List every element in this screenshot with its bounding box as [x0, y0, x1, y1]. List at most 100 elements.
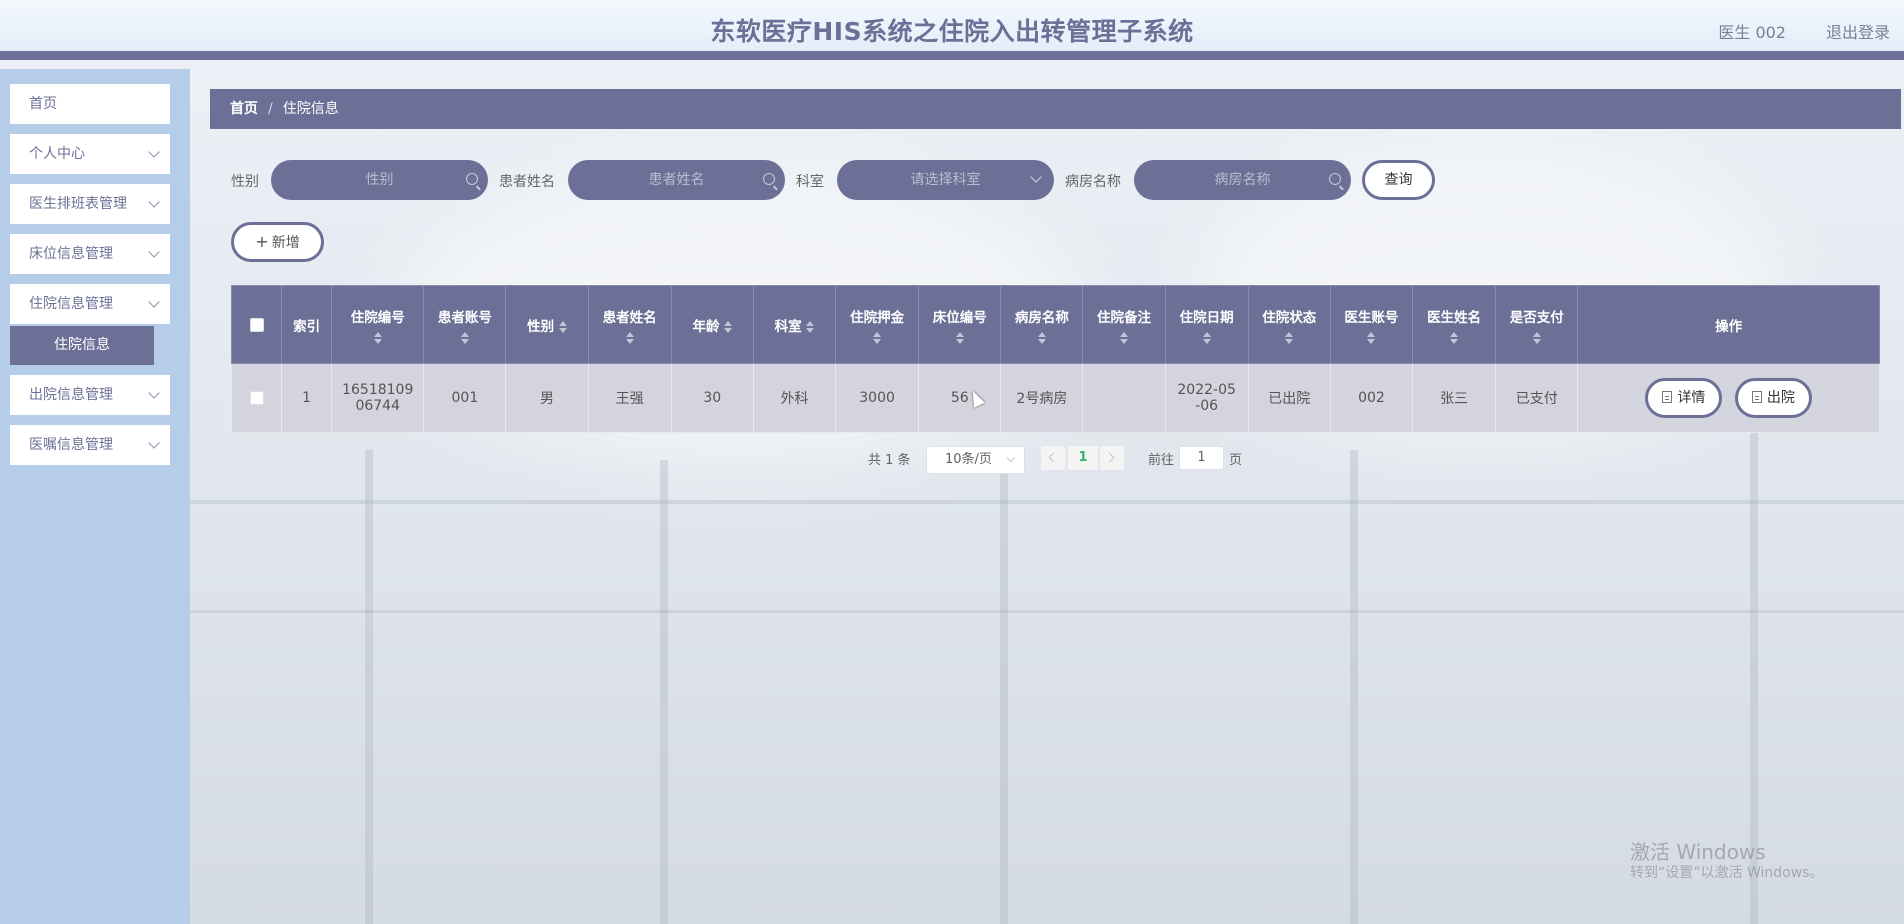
cell-index: 1	[281, 363, 333, 433]
page-number-current[interactable]: 1	[1068, 446, 1098, 470]
discharge-button-label: 出院	[1766, 390, 1795, 406]
column-label: 住院编号	[350, 309, 405, 326]
chevron-down-icon	[1006, 453, 1016, 463]
select-all-checkbox[interactable]	[249, 317, 264, 332]
date-line2: -06	[1195, 398, 1219, 414]
sidebar-subitem-admission-info[interactable]: 住院信息	[10, 326, 154, 365]
gender-search-input[interactable]: 性别	[271, 160, 488, 200]
sort-icon[interactable]	[1450, 331, 1459, 344]
sidebar-item-label: 床位信息管理	[29, 246, 113, 262]
cell-doctor-name: 张三	[1411, 363, 1497, 433]
page-size-select[interactable]: 10条/页	[926, 446, 1025, 474]
column-header[interactable]: 住院备注	[1082, 285, 1166, 364]
sidebar-item-orders[interactable]: 医嘱信息管理	[10, 425, 170, 465]
sidebar-item-label: 住院信息管理	[29, 296, 113, 312]
select-all-cell	[230, 285, 283, 364]
chevron-down-icon	[148, 387, 160, 399]
plus-icon: +	[255, 232, 269, 251]
column-label: 科室	[774, 318, 802, 335]
detail-button-label: 详情	[1677, 390, 1706, 406]
table-header-row: 索引 住院编号 患者账号 性别 患者姓名 年龄 科室 住院押金 床位编号 病房名…	[230, 285, 1880, 364]
page-size-value: 10条/页	[945, 452, 992, 467]
sidebar-item-admission[interactable]: 住院信息管理	[10, 284, 170, 324]
sort-icon[interactable]	[1532, 331, 1541, 344]
chevron-down-icon	[148, 246, 160, 258]
column-header[interactable]: 是否支付	[1495, 285, 1579, 364]
column-label: 年龄	[692, 318, 720, 335]
cell-patient-name: 王强	[587, 363, 672, 433]
sort-icon[interactable]	[1202, 331, 1211, 344]
ward-label: 病房名称	[1065, 174, 1121, 190]
sidebar-item-label: 个人中心	[29, 146, 85, 162]
cell-actions: 详情 出院	[1577, 363, 1880, 433]
column-label: 住院日期	[1179, 309, 1234, 326]
breadcrumb: 首页 / 住院信息	[210, 89, 1901, 129]
row-checkbox[interactable]	[249, 391, 264, 405]
goto-page-input[interactable]: 1	[1179, 446, 1224, 470]
sort-icon[interactable]	[873, 331, 882, 344]
ward-placeholder: 病房名称	[1214, 172, 1271, 188]
sort-icon[interactable]	[806, 320, 815, 333]
sort-icon[interactable]	[373, 331, 382, 344]
next-page-button[interactable]	[1100, 446, 1124, 470]
row-select-cell	[230, 363, 283, 433]
admission-no-line1: 16518109	[342, 382, 414, 398]
breadcrumb-home[interactable]: 首页	[230, 101, 258, 117]
sidebar-item-personal-center[interactable]: 个人中心	[10, 134, 170, 174]
column-header[interactable]: 住院编号	[331, 285, 425, 364]
logout-link[interactable]: 退出登录	[1826, 19, 1890, 43]
sort-icon[interactable]	[724, 320, 733, 333]
department-select[interactable]: 请选择科室	[837, 160, 1054, 200]
search-icon	[1329, 173, 1341, 185]
column-label: 患者姓名	[602, 309, 657, 326]
column-header: 索引	[281, 285, 333, 364]
chevron-down-icon	[148, 146, 160, 158]
cell-bed-no: 56	[918, 363, 1002, 433]
sort-icon[interactable]	[625, 331, 634, 344]
ward-search-input[interactable]: 病房名称	[1134, 160, 1351, 200]
sidebar-item-bed[interactable]: 床位信息管理	[10, 234, 170, 274]
sort-icon[interactable]	[1037, 331, 1046, 344]
column-header[interactable]: 年龄	[670, 285, 754, 364]
sidebar-item-discharge[interactable]: 出院信息管理	[10, 375, 170, 415]
column-header[interactable]: 病房名称	[1000, 285, 1084, 364]
chevron-down-icon	[148, 437, 160, 449]
query-button[interactable]: 查询	[1362, 160, 1435, 200]
add-button[interactable]: + 新增	[231, 222, 324, 262]
search-icon	[763, 173, 775, 185]
detail-button[interactable]: 详情	[1645, 378, 1723, 418]
sidebar-item-home[interactable]: 首页	[10, 84, 170, 124]
sort-icon[interactable]	[558, 320, 567, 333]
column-header[interactable]: 床位编号	[918, 285, 1002, 364]
column-header[interactable]: 医生姓名	[1411, 285, 1497, 364]
patient-name-search-input[interactable]: 患者姓名	[568, 160, 785, 200]
sort-icon[interactable]	[1367, 331, 1376, 344]
column-header[interactable]: 住院状态	[1247, 285, 1331, 364]
column-header[interactable]: 患者姓名	[587, 285, 672, 364]
breadcrumb-current: 住院信息	[282, 101, 339, 117]
department-label: 科室	[796, 174, 824, 190]
column-header[interactable]: 医生账号	[1329, 285, 1414, 364]
column-header[interactable]: 住院日期	[1164, 285, 1249, 364]
discharge-button[interactable]: 出院	[1734, 378, 1812, 418]
sidebar: 首页 个人中心 医生排班表管理 床位信息管理 住院信息管理 住院信息 出院信息管…	[0, 69, 190, 924]
column-label: 医生姓名	[1427, 309, 1482, 326]
gender-placeholder: 性别	[365, 172, 394, 188]
sort-icon[interactable]	[1120, 331, 1128, 344]
prev-page-button[interactable]	[1041, 446, 1065, 470]
department-placeholder: 请选择科室	[910, 172, 981, 188]
cell-status: 已出院	[1247, 363, 1331, 433]
sort-icon[interactable]	[460, 331, 469, 344]
column-header[interactable]: 患者账号	[423, 285, 507, 364]
sort-icon[interactable]	[1285, 331, 1294, 344]
column-label: 是否支付	[1509, 309, 1564, 326]
column-label: 医生账号	[1344, 309, 1399, 326]
column-header[interactable]: 性别	[505, 285, 589, 364]
column-header[interactable]: 住院押金	[835, 285, 920, 364]
sort-icon[interactable]	[955, 331, 964, 344]
column-header[interactable]: 科室	[752, 285, 837, 364]
sidebar-item-schedule[interactable]: 医生排班表管理	[10, 184, 170, 224]
sidebar-item-label: 出院信息管理	[29, 387, 113, 403]
admission-table: 索引 住院编号 患者账号 性别 患者姓名 年龄 科室 住院押金 床位编号 病房名…	[230, 285, 1880, 433]
windows-activation-title: 激活 Windows	[1630, 840, 1766, 864]
